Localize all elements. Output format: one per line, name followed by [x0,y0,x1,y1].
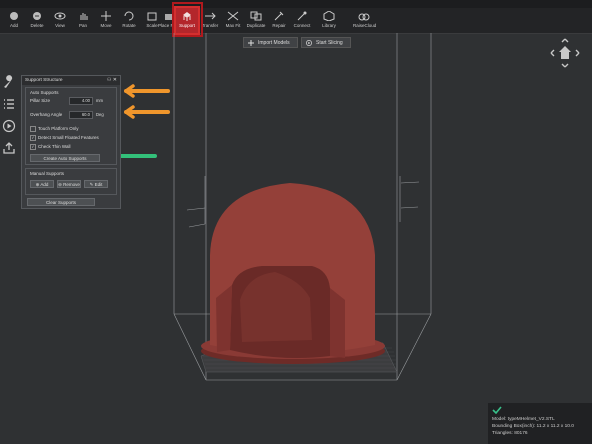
repair-icon [274,11,284,21]
toolbar-move-button[interactable]: Move [95,8,117,33]
model-name: Model: typeMHelmet_V2.STL [492,417,555,422]
check-icon: ✓ [30,144,36,150]
move-icon [101,11,111,21]
panel-title: Support Structure ⚇ ✕ [22,76,120,85]
check-icon: ✓ [30,135,36,141]
list-icon[interactable] [2,97,16,111]
toolbar-repair-button[interactable]: Repair [268,8,290,33]
toolbar-label: Add [9,23,18,28]
toolbar-label: Connect [293,23,311,28]
bounding-box: Bounding Box(inch): 11.2 x 11.2 x 10.0 [492,424,574,429]
add-support-label: Add [40,182,49,187]
view-navigation-icon[interactable] [550,38,580,68]
toolbar-label: View [55,23,65,28]
rotate-icon [124,11,134,21]
checkbox-box [30,126,36,132]
toolbar-label: Duplicate [246,23,266,28]
add-icon [10,12,18,20]
wrench-icon[interactable] [2,75,16,89]
detect-features-checkbox[interactable]: ✓ Detect Small Floated Features [30,135,99,141]
toolbar-label: Max Fit [225,23,241,28]
model-info-panel: Model: typeMHelmet_V2.STL Bounding Box(i… [488,403,592,444]
auto-supports-title: Auto Supports [30,90,59,95]
connect-icon [297,11,307,21]
auto-supports-group: Auto Supports Pillar Size 4.00 mm Overha… [25,87,117,165]
toolbar-label: RaiseCloud [353,23,377,28]
pin-icon[interactable]: ⚇ [107,77,111,83]
touch-platform-checkbox[interactable]: Touch Platform Only [30,126,79,132]
pan-icon [80,13,88,20]
helmet-model[interactable] [201,183,385,364]
pillar-size-input[interactable]: 4.00 [69,97,93,105]
toolbar-delete-button[interactable]: Delete [26,8,48,33]
edit-support-label: Edit [94,182,103,187]
pillar-size-label: Pillar Size [30,98,51,103]
cloud-icon [358,13,370,21]
toolbar-raisecloud-button[interactable]: RaiseCloud [353,8,377,33]
play-icon[interactable] [2,119,16,133]
toolbar-label: Delete [30,23,44,28]
panel-controls: ⚇ ✕ [107,76,117,85]
pillar-size-unit: mm [96,98,103,103]
toolbar-add-button[interactable]: Add [3,8,25,33]
delete-icon [33,12,41,20]
close-icon[interactable]: ✕ [113,77,117,83]
toolbar-label: Rotate [122,23,136,28]
toolbar-label: Pan [78,23,87,28]
scale-icon [147,12,157,21]
clear-supports-button[interactable]: Clear Supports [27,198,95,206]
check-icon [492,406,502,415]
toolbar-label: Repair [272,23,286,28]
toolbar-max-fit-button[interactable]: Max Fit [222,8,244,33]
thin-wall-checkbox[interactable]: ✓ Check Thin Wall [30,144,71,150]
manual-supports-title: Manual Supports [30,171,65,176]
manual-supports-group: Manual Supports ⊕ Add ⊖ Remove ✎ Edit [25,168,117,195]
duplicate-icon [250,11,262,21]
overhang-angle-label: Overhang Angle [30,112,63,117]
toolbar-label: Library [322,23,336,28]
support-structure-panel: Support Structure ⚇ ✕ Auto Supports Pill… [21,75,121,209]
eye-icon [54,12,66,20]
menu-bar: FileEditSliceViewModelRepairPrinterHelp [0,0,592,15]
toolbar-label: Move [100,23,112,28]
overhang-angle-unit: Deg [96,112,104,117]
transfer-icon [205,12,216,20]
toolbar-pan-button[interactable]: Pan [72,8,94,33]
edit-support-button[interactable]: ✎ Edit [84,180,108,188]
max-fit-icon [227,11,239,21]
selection-highlight [172,2,203,37]
library-icon [323,11,335,21]
remove-support-button[interactable]: ⊖ Remove [57,180,81,188]
toolbar-view-button[interactable]: View [49,8,71,33]
toolbar-connect-button[interactable]: Connect [291,8,313,33]
thin-wall-label: Check Thin Wall [38,144,71,150]
touch-platform-label: Touch Platform Only [38,126,79,132]
toolbar: Add Delete View Pan Move Rotate Scale Place Fac… [0,6,592,35]
triangle-count: Triangles: 80176 [492,431,528,436]
panel-title-text: Support Structure [25,78,63,83]
toolbar-rotate-button[interactable]: Rotate [118,8,140,33]
add-support-button[interactable]: ⊕ Add [30,180,54,188]
create-auto-supports-button[interactable]: Create Auto Supports [30,154,100,162]
toolbar-library-button[interactable]: Library [318,8,340,33]
export-icon[interactable] [2,141,16,155]
remove-support-label: Remove [63,182,80,187]
overhang-angle-input[interactable]: 60.0 [69,111,93,119]
toolbar-duplicate-button[interactable]: Duplicate [245,8,267,33]
detect-features-label: Detect Small Floated Features [38,135,99,141]
left-sidebar [0,75,18,163]
